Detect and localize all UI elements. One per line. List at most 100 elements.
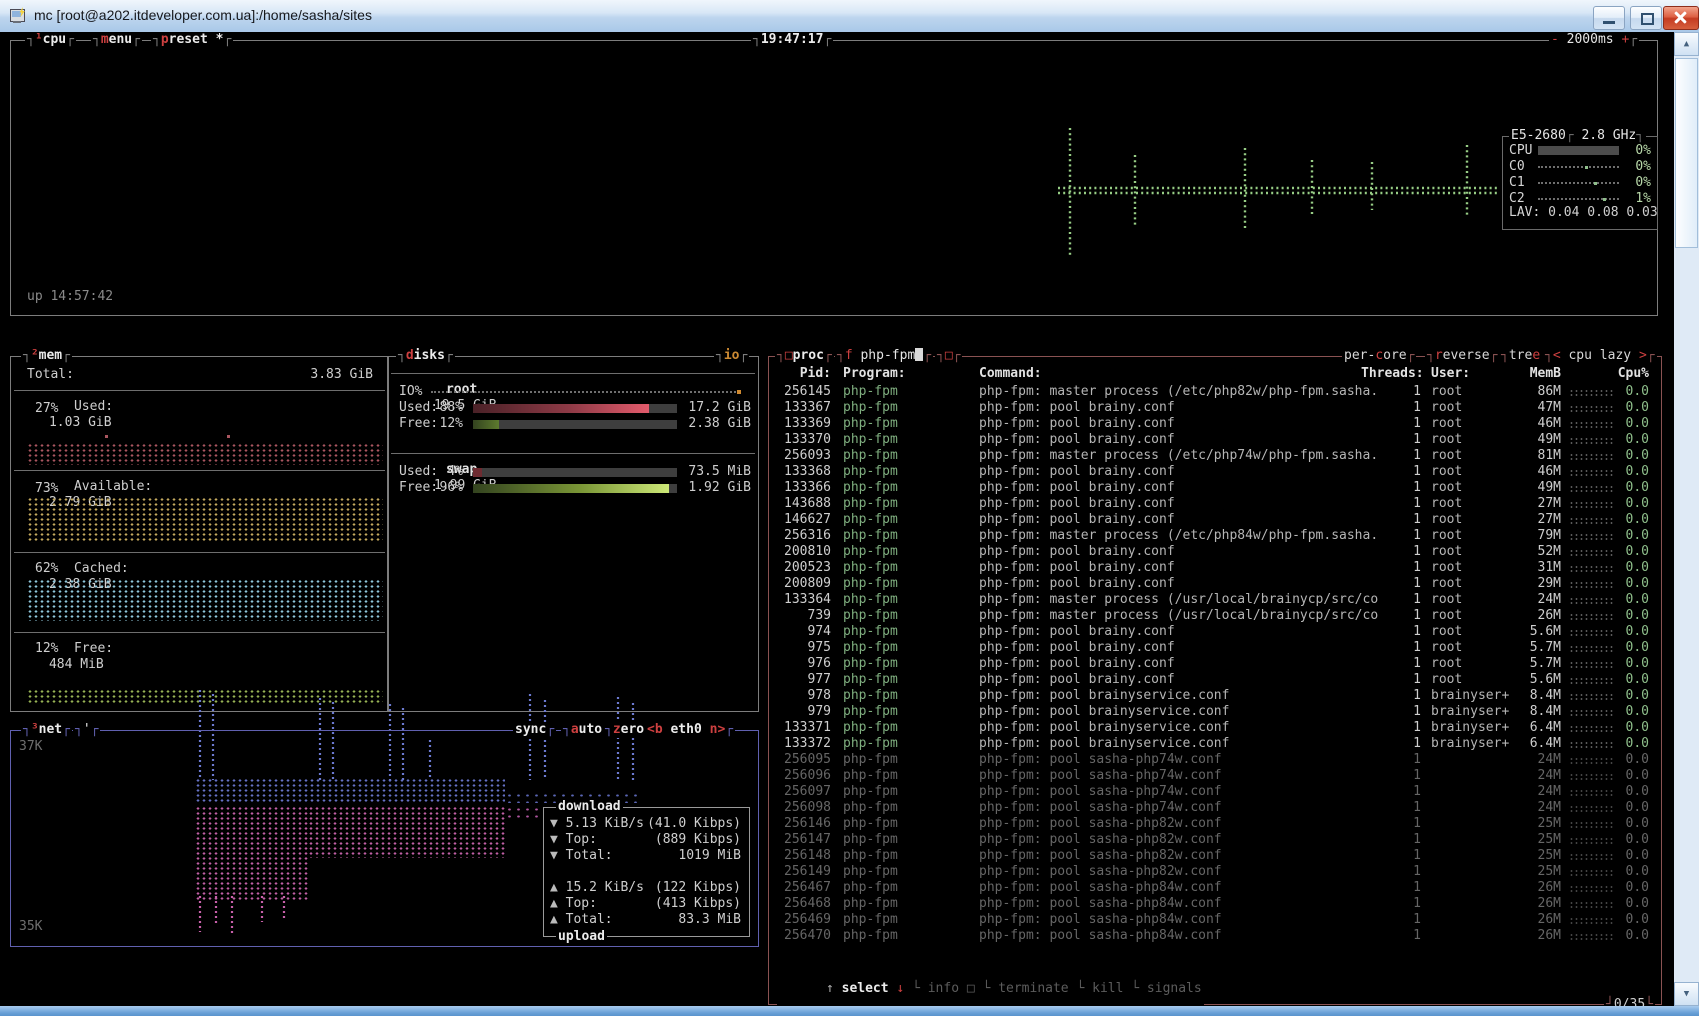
signals-action[interactable]: signals xyxy=(1147,981,1202,996)
upload-arrow-icon: ▲ xyxy=(550,880,558,895)
cpu-panel-title[interactable]: ┐¹cpu┌ xyxy=(25,32,76,48)
mem-cell: 26M xyxy=(1514,928,1561,944)
command-cell: php-fpm: pool sasha-php74w.conf xyxy=(979,784,1399,800)
threads-cell: 1 xyxy=(1399,864,1421,880)
program-cell: php-fpm xyxy=(843,432,975,448)
cpu-cell: 0.0 xyxy=(1617,640,1649,656)
window-titlebar[interactable]: mc [root@a202.itdeveloper.com.ua]:/home/… xyxy=(0,0,1699,33)
maximize-button[interactable] xyxy=(1630,6,1662,30)
program-cell: php-fpm xyxy=(843,896,975,912)
process-row[interactable]: 143688php-fpmphp-fpm: pool brainy.conf1r… xyxy=(769,496,1661,512)
process-row[interactable]: 739php-fpmphp-fpm: master process (/usr/… xyxy=(769,608,1661,624)
cpu-cell: 0.0 xyxy=(1617,384,1649,400)
kill-action[interactable]: kill xyxy=(1092,981,1123,996)
mem-cell: 25M xyxy=(1514,832,1561,848)
preset-button[interactable]: ┐preset *┌ xyxy=(151,32,233,48)
process-row[interactable]: 256467php-fpmphp-fpm: pool sasha-php84w.… xyxy=(769,880,1661,896)
process-row[interactable]: 256468php-fpmphp-fpm: pool sasha-php84w.… xyxy=(769,896,1661,912)
select-action[interactable]: select xyxy=(842,981,889,996)
update-interval-control[interactable]: - 2000ms +┌ xyxy=(1549,32,1639,48)
process-row[interactable]: 976php-fpmphp-fpm: pool brainy.conf1root… xyxy=(769,656,1661,672)
process-row[interactable]: 133372php-fpmphp-fpm: pool brainyservice… xyxy=(769,736,1661,752)
process-row[interactable]: 133367php-fpmphp-fpm: pool brainy.conf1r… xyxy=(769,400,1661,416)
process-row[interactable]: 256145php-fpmphp-fpm: master process (/e… xyxy=(769,384,1661,400)
process-row[interactable]: 133370php-fpmphp-fpm: pool brainy.conf1r… xyxy=(769,432,1661,448)
minimize-button[interactable] xyxy=(1593,6,1625,30)
mem-cell: 26M xyxy=(1514,608,1561,624)
process-row[interactable]: 256097php-fpmphp-fpm: pool sasha-php74w.… xyxy=(769,784,1661,800)
process-row[interactable]: 256146php-fpmphp-fpm: pool sasha-php82w.… xyxy=(769,816,1661,832)
program-cell: php-fpm xyxy=(843,912,975,928)
threads-cell: 1 xyxy=(1399,704,1421,720)
process-row[interactable]: 977php-fpmphp-fpm: pool brainy.conf1root… xyxy=(769,672,1661,688)
command-cell: php-fpm: pool brainy.conf xyxy=(979,512,1399,528)
menu-button[interactable]: ┐menu┌ xyxy=(91,32,142,48)
process-row[interactable]: 146627php-fpmphp-fpm: pool brainy.conf1r… xyxy=(769,512,1661,528)
process-row[interactable]: 133368php-fpmphp-fpm: pool brainy.conf1r… xyxy=(769,464,1661,480)
process-row[interactable]: 200523php-fpmphp-fpm: pool brainy.conf1r… xyxy=(769,560,1661,576)
scrollbar-thumb[interactable] xyxy=(1675,58,1698,248)
scroll-down-button[interactable]: ▼ xyxy=(1674,982,1699,1006)
scroll-up-hint[interactable]: ↑ xyxy=(826,981,834,996)
pid-cell: 200809 xyxy=(774,576,831,592)
cpu-cell: 0.0 xyxy=(1617,448,1649,464)
process-row[interactable]: 974php-fpmphp-fpm: pool brainy.conf1root… xyxy=(769,624,1661,640)
disk-swap-used-value: 73.5 MiB xyxy=(671,464,751,480)
threads-cell: 1 xyxy=(1399,432,1421,448)
mem-cell: 26M xyxy=(1514,896,1561,912)
pid-cell: 256096 xyxy=(774,768,831,784)
cpu-mini-graph xyxy=(1569,725,1613,733)
process-row[interactable]: 256098php-fpmphp-fpm: pool sasha-php74w.… xyxy=(769,800,1661,816)
process-row[interactable]: 975php-fpmphp-fpm: pool brainy.conf1root… xyxy=(769,640,1661,656)
terminate-action[interactable]: terminate xyxy=(998,981,1068,996)
process-row[interactable]: 978php-fpmphp-fpm: pool brainyservice.co… xyxy=(769,688,1661,704)
process-row[interactable]: 256470php-fpmphp-fpm: pool sasha-php84w.… xyxy=(769,928,1661,944)
mem-cell: 8.4M xyxy=(1514,688,1561,704)
cpu-mini-graph xyxy=(1569,869,1613,877)
memory-panel-title[interactable]: ┐²mem┌ xyxy=(21,348,72,364)
process-row[interactable]: 256093php-fpmphp-fpm: master process (/e… xyxy=(769,448,1661,464)
command-cell: php-fpm: pool sasha-php82w.conf xyxy=(979,816,1399,832)
pid-cell: 974 xyxy=(774,624,831,640)
process-count: ┘0/35└ xyxy=(1604,997,1655,1006)
program-cell: php-fpm xyxy=(843,416,975,432)
process-row[interactable]: 200810php-fpmphp-fpm: pool brainy.conf1r… xyxy=(769,544,1661,560)
process-row[interactable]: 979php-fpmphp-fpm: pool brainyservice.co… xyxy=(769,704,1661,720)
scroll-up-button[interactable]: ▲ xyxy=(1674,32,1699,56)
pid-cell: 256095 xyxy=(774,752,831,768)
mem-cached-graph xyxy=(27,579,383,621)
process-row[interactable]: 133364php-fpmphp-fpm: master process (/u… xyxy=(769,592,1661,608)
cpu-mini-graph xyxy=(1569,821,1613,829)
net-speed-box: download ▼ 5.13 KiB/s (41.0 Kibps) ▼ Top… xyxy=(543,807,750,937)
process-row[interactable]: 256096php-fpmphp-fpm: pool sasha-php74w.… xyxy=(769,768,1661,784)
disks-panel-title[interactable]: ┐disks┌ xyxy=(396,348,455,364)
process-row[interactable]: 200809php-fpmphp-fpm: pool brainy.conf1r… xyxy=(769,576,1661,592)
mem-cell: 47M xyxy=(1514,400,1561,416)
threads-cell: 1 xyxy=(1399,784,1421,800)
pid-cell: 200810 xyxy=(774,544,831,560)
pid-cell: 133369 xyxy=(774,416,831,432)
process-row[interactable]: 256316php-fpmphp-fpm: master process (/e… xyxy=(769,528,1661,544)
process-row[interactable]: 133371php-fpmphp-fpm: pool brainyservice… xyxy=(769,720,1661,736)
sync-toggle[interactable]: sync┌ xyxy=(513,722,556,738)
process-row[interactable]: 256149php-fpmphp-fpm: pool sasha-php82w.… xyxy=(769,864,1661,880)
info-action[interactable]: info xyxy=(928,981,959,996)
cpu-mini-graph xyxy=(1569,517,1613,525)
net-tick-mark: ┐'┌ xyxy=(73,722,100,738)
close-button[interactable] xyxy=(1663,6,1699,30)
process-row[interactable]: 133369php-fpmphp-fpm: pool brainy.conf1r… xyxy=(769,416,1661,432)
network-panel-title[interactable]: ┐³net┌ xyxy=(21,722,72,738)
io-mode-toggle[interactable]: ┐io┌ xyxy=(714,348,749,364)
process-row[interactable]: 256095php-fpmphp-fpm: pool sasha-php74w.… xyxy=(769,752,1661,768)
interface-switcher[interactable]: <b eth0 n>┌ xyxy=(645,722,735,738)
process-row[interactable]: 256469php-fpmphp-fpm: pool sasha-php84w.… xyxy=(769,912,1661,928)
upload-total-label: Total: xyxy=(566,912,613,927)
process-row[interactable]: 256147php-fpmphp-fpm: pool sasha-php82w.… xyxy=(769,832,1661,848)
disk-io-graph xyxy=(431,391,740,393)
process-row[interactable]: 133366php-fpmphp-fpm: pool brainy.conf1r… xyxy=(769,480,1661,496)
command-cell: php-fpm: pool sasha-php74w.conf xyxy=(979,752,1399,768)
process-row[interactable]: 256148php-fpmphp-fpm: pool sasha-php82w.… xyxy=(769,848,1661,864)
window-scrollbar[interactable]: ▲ ▼ xyxy=(1674,32,1699,1006)
program-cell: php-fpm xyxy=(843,800,975,816)
download-total-label: Total: xyxy=(566,848,613,863)
